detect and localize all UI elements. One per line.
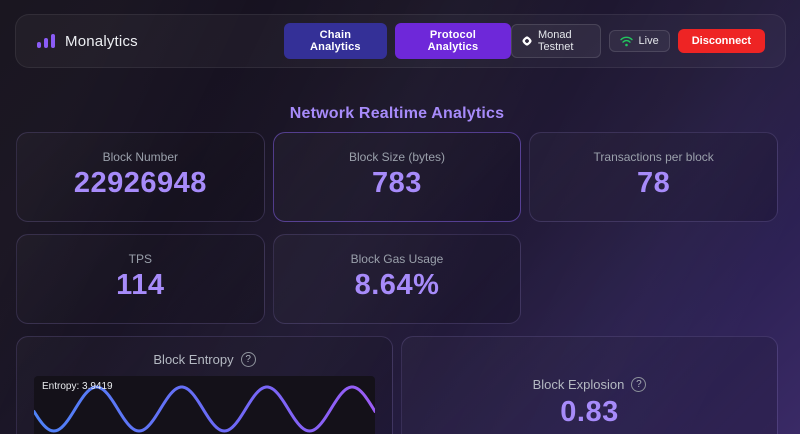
stat-label: TPS — [129, 252, 152, 266]
network-badge-label: Monad Testnet — [538, 29, 590, 53]
panels-row: Block Entropy ? Entropy: 3.9419 — [16, 336, 778, 434]
live-badge-label: Live — [639, 35, 659, 47]
bar-chart-icon — [36, 31, 56, 51]
brand-name: Monalytics — [65, 33, 138, 50]
stats-row-2: TPS 114 Block Gas Usage 8.64% — [16, 234, 778, 324]
chain-analytics-button[interactable]: Chain Analytics — [284, 23, 387, 59]
stat-value: 783 — [372, 167, 422, 200]
stat-card-transactions-per-block: Transactions per block 78 — [529, 132, 778, 222]
block-entropy-panel: Block Entropy ? Entropy: 3.9419 — [16, 336, 393, 434]
block-explosion-value: 0.83 — [560, 396, 618, 429]
stat-card-tps: TPS 114 — [16, 234, 265, 324]
stat-card-block-gas-usage: Block Gas Usage 8.64% — [273, 234, 522, 324]
main-nav: Chain Analytics Protocol Analytics — [284, 23, 511, 59]
stat-label: Block Size (bytes) — [349, 150, 445, 164]
stat-label: Block Gas Usage — [351, 252, 444, 266]
block-explosion-title-row: Block Explosion ? — [533, 377, 647, 392]
block-explosion-title: Block Explosion — [533, 377, 625, 392]
main-content: Network Realtime Analytics Block Number … — [0, 105, 800, 434]
block-explosion-panel: Block Explosion ? 0.83 — [401, 336, 778, 434]
diamond-icon — [522, 34, 532, 48]
stat-value: 114 — [116, 269, 164, 302]
protocol-analytics-button[interactable]: Protocol Analytics — [395, 23, 511, 59]
stat-label: Transactions per block — [594, 150, 714, 164]
stat-value: 22926948 — [74, 167, 207, 200]
disconnect-button[interactable]: Disconnect — [678, 29, 765, 53]
stats-row-1: Block Number 22926948 Block Size (bytes)… — [16, 132, 778, 222]
live-badge: Live — [609, 30, 670, 52]
stat-card-block-number: Block Number 22926948 — [16, 132, 265, 222]
block-entropy-title: Block Entropy — [153, 352, 233, 367]
wifi-icon — [620, 36, 633, 47]
page-title: Network Realtime Analytics — [16, 105, 778, 123]
stat-label: Block Number — [103, 150, 178, 164]
navbar: Monalytics Chain Analytics Protocol Anal… — [15, 14, 786, 68]
network-badge[interactable]: Monad Testnet — [511, 24, 601, 58]
help-icon[interactable]: ? — [631, 377, 646, 392]
stat-value: 78 — [637, 167, 670, 200]
brand[interactable]: Monalytics — [36, 31, 138, 51]
entropy-annotation: Entropy: 3.9419 — [42, 381, 113, 392]
stat-value: 8.64% — [355, 269, 440, 302]
entropy-chart: Entropy: 3.9419 — [34, 376, 375, 434]
navbar-right: Monad Testnet Live Disconnect — [511, 24, 765, 58]
stat-card-block-size: Block Size (bytes) 783 — [273, 132, 522, 222]
help-icon[interactable]: ? — [241, 352, 256, 367]
block-entropy-title-row: Block Entropy ? — [34, 352, 375, 367]
